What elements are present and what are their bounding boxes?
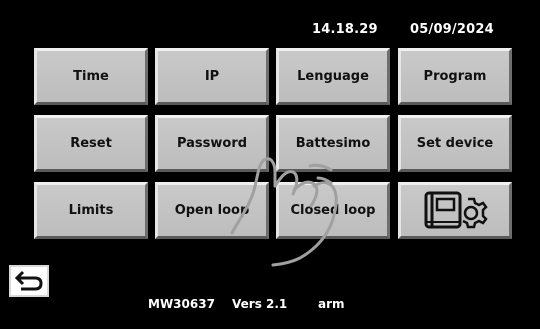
closed-loop-button[interactable]: Closed loop [276, 182, 390, 239]
device-model: MW30637 [148, 297, 215, 311]
battesimo-button-label: Battesimo [295, 136, 371, 151]
book-gear-icon [424, 191, 488, 228]
set-device-button[interactable]: Set device [398, 115, 512, 172]
architecture-label: arm [318, 297, 345, 311]
password-button-label: Password [176, 136, 248, 151]
reset-button-label: Reset [70, 136, 112, 151]
limits-button-label: Limits [68, 203, 114, 218]
limits-button[interactable]: Limits [34, 182, 148, 239]
ip-button[interactable]: IP [155, 48, 269, 105]
clock-time: 14.18.29 [312, 22, 378, 37]
closed-loop-button-label: Closed loop [290, 203, 376, 218]
settings-manual-button[interactable] [398, 182, 512, 239]
open-loop-button-label: Open loop [174, 203, 250, 218]
reset-button[interactable]: Reset [34, 115, 148, 172]
back-button[interactable] [9, 265, 49, 297]
program-button-label: Program [423, 69, 487, 84]
clock-date: 05/09/2024 [410, 22, 494, 37]
hmi-screen: 14.18.29 05/09/2024 Time IP Lenguage Pro… [0, 0, 540, 329]
battesimo-button[interactable]: Battesimo [276, 115, 390, 172]
back-arrow-icon [14, 270, 43, 291]
set-device-button-label: Set device [416, 136, 494, 151]
firmware-version: Vers 2.1 [232, 297, 288, 311]
language-button[interactable]: Lenguage [276, 48, 390, 105]
time-button[interactable]: Time [34, 48, 148, 105]
ip-button-label: IP [204, 69, 220, 84]
open-loop-button[interactable]: Open loop [155, 182, 269, 239]
time-button-label: Time [73, 69, 109, 84]
password-button[interactable]: Password [155, 115, 269, 172]
program-button[interactable]: Program [398, 48, 512, 105]
language-button-label: Lenguage [297, 69, 369, 84]
